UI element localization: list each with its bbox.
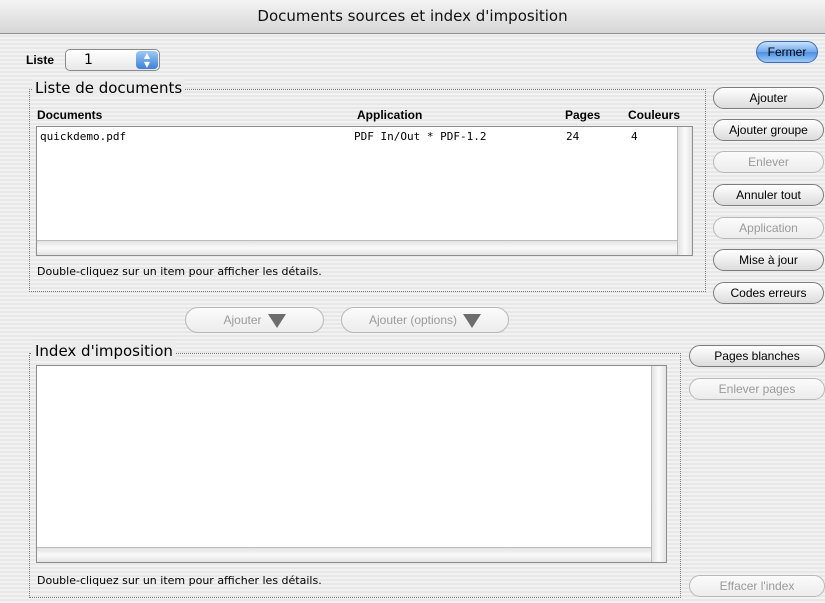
- enlever-pages-button[interactable]: Enlever pages: [689, 378, 825, 400]
- documents-list[interactable]: [36, 126, 693, 256]
- index-hint: Double-cliquez sur un item pour afficher…: [37, 574, 322, 587]
- liste-value: 1: [84, 52, 93, 68]
- ajouter-down-label: Ajouter: [223, 313, 262, 327]
- ajouter-down-button[interactable]: Ajouter: [185, 307, 324, 333]
- documents-vertical-scrollbar[interactable]: [677, 127, 692, 255]
- index-list[interactable]: [36, 365, 667, 563]
- liste-label: Liste: [26, 53, 55, 67]
- fermer-button[interactable]: Fermer: [756, 41, 818, 63]
- index-vertical-scrollbar[interactable]: [651, 366, 666, 562]
- ajouter-button[interactable]: Ajouter: [713, 87, 824, 109]
- table-row-document[interactable]: quickdemo.pdf: [40, 130, 126, 143]
- ajouter-options-label: Ajouter (options): [368, 313, 458, 327]
- enlever-button[interactable]: Enlever: [713, 151, 824, 173]
- mise-a-jour-button[interactable]: Mise à jour: [713, 249, 824, 271]
- index-group-title: Index d'imposition: [32, 342, 176, 360]
- documents-horizontal-scrollbar[interactable]: [37, 240, 677, 255]
- codes-erreurs-button[interactable]: Codes erreurs: [713, 282, 824, 304]
- col-header-documents[interactable]: Documents: [37, 108, 102, 122]
- col-header-pages[interactable]: Pages: [565, 108, 600, 122]
- ajouter-groupe-button[interactable]: Ajouter groupe: [713, 119, 824, 141]
- annuler-tout-button[interactable]: Annuler tout: [713, 184, 824, 206]
- effacer-index-button[interactable]: Effacer l'index: [689, 575, 825, 597]
- documents-group-title: Liste de documents: [32, 79, 186, 97]
- col-header-application[interactable]: Application: [357, 108, 422, 122]
- documents-hint: Double-cliquez sur un item pour afficher…: [37, 265, 322, 278]
- table-row-pages[interactable]: 24: [566, 130, 579, 143]
- down-triangle-icon: [463, 313, 482, 328]
- ajouter-options-button[interactable]: Ajouter (options): [341, 307, 509, 333]
- liste-popup[interactable]: 1 ▲ ▼: [65, 49, 160, 71]
- down-triangle-icon: [267, 313, 286, 328]
- col-header-couleurs[interactable]: Couleurs: [628, 108, 680, 122]
- application-button[interactable]: Application: [713, 217, 824, 239]
- window-title-bar: Documents sources et index d'imposition: [0, 0, 825, 34]
- table-row-application[interactable]: PDF In/Out * PDF-1.2: [354, 130, 486, 143]
- table-row-couleurs[interactable]: 4: [631, 130, 638, 143]
- index-horizontal-scrollbar[interactable]: [37, 547, 651, 562]
- window-title: Documents sources et index d'imposition: [257, 7, 568, 25]
- updown-arrows-icon: ▲ ▼: [136, 51, 158, 69]
- pages-blanches-button[interactable]: Pages blanches: [689, 345, 825, 367]
